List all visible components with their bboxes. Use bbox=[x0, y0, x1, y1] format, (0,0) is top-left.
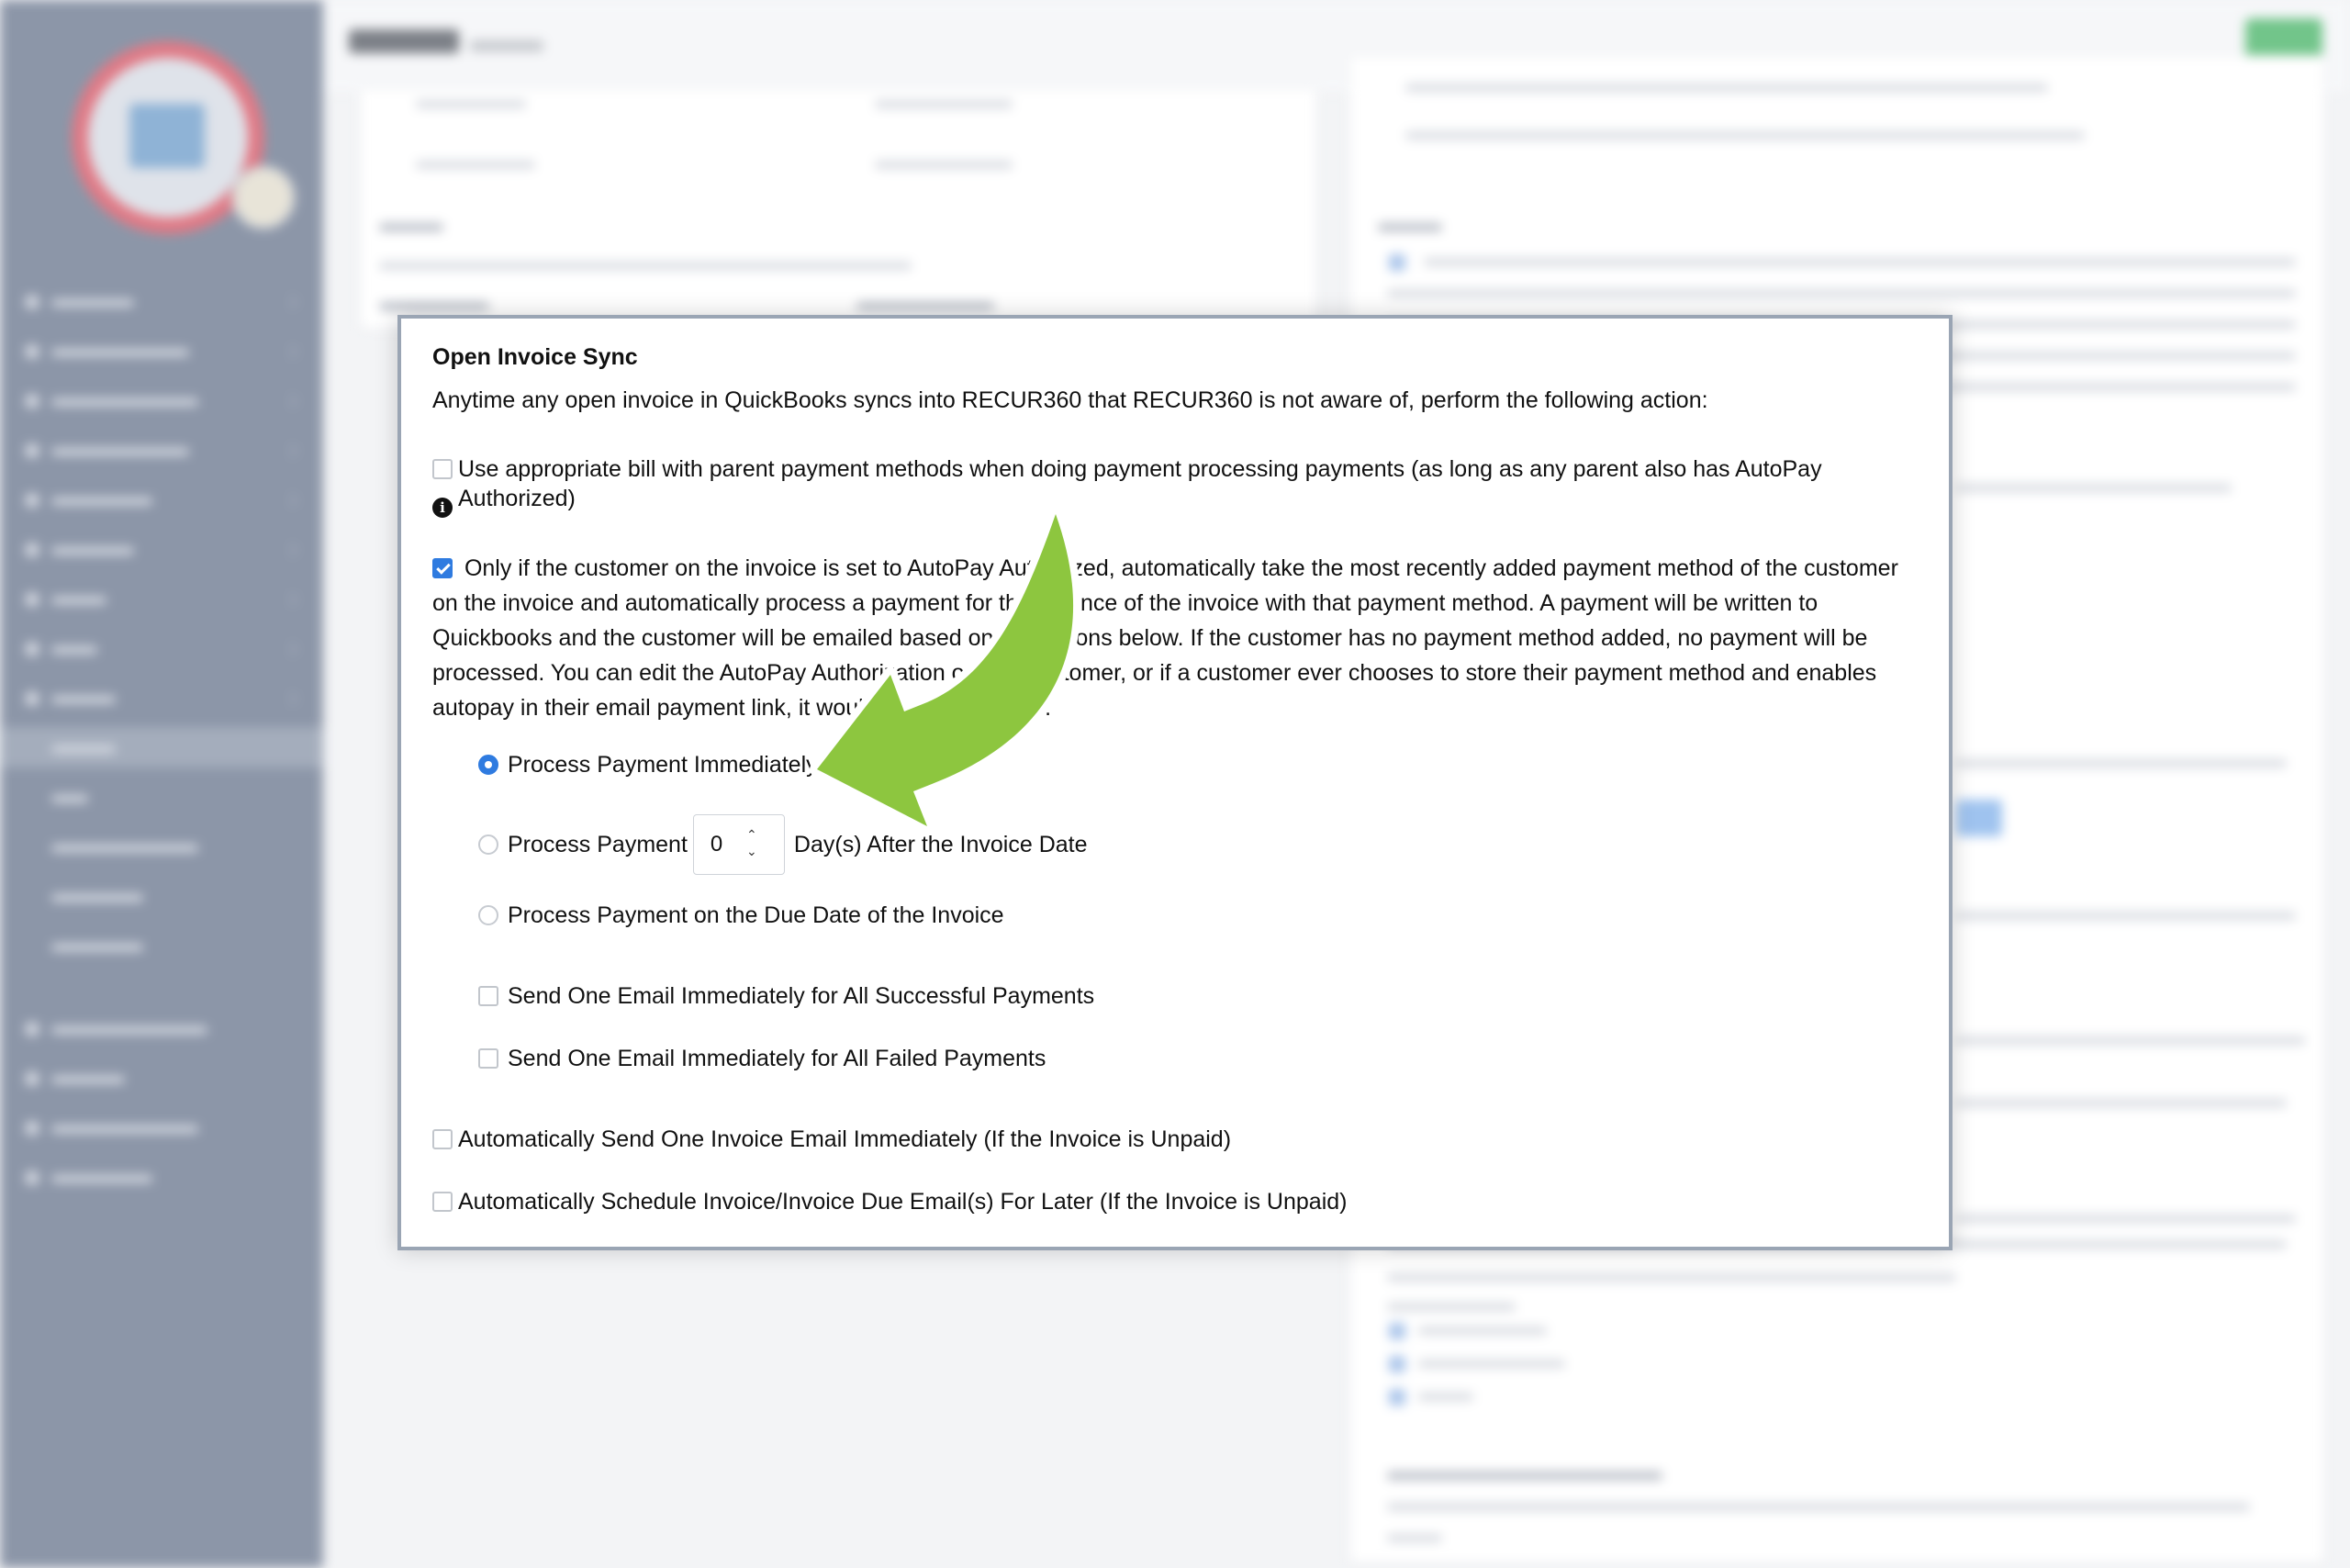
annotation-arrow-icon bbox=[810, 507, 1080, 834]
arrow-shape bbox=[810, 507, 1080, 834]
